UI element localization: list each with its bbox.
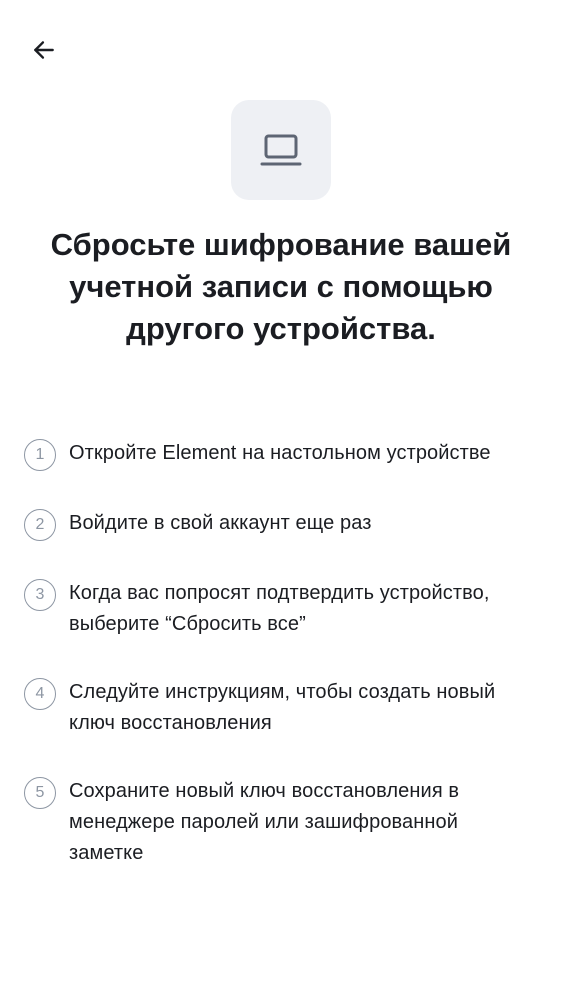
step-item: 4 Следуйте инструкциям, чтобы создать но… [24, 677, 538, 739]
step-number-badge: 5 [24, 777, 56, 809]
step-text: Сохраните новый ключ восстановления в ме… [69, 780, 460, 864]
step-text: Войдите в свой аккаунт еще раз [69, 512, 372, 534]
step-item: 1 Откройте Element на настольном устройс… [24, 438, 538, 471]
step-text: Откройте Element на настольном устройств… [69, 442, 491, 464]
arrow-left-icon [34, 41, 54, 59]
device-icon-tile [231, 100, 331, 200]
instruction-steps: 1 Откройте Element на настольном устройс… [24, 438, 538, 869]
step-text: Когда вас попросят подтвердить устройств… [69, 582, 490, 635]
step-number-badge: 4 [24, 678, 56, 710]
laptop-icon [260, 134, 302, 166]
step-number-badge: 2 [24, 509, 56, 541]
step-number-badge: 3 [24, 579, 56, 611]
back-button[interactable] [24, 30, 64, 70]
step-item: 5 Сохраните новый ключ восстановления в … [24, 776, 538, 869]
step-text: Следуйте инструкциям, чтобы создать новы… [69, 681, 496, 734]
step-item: 2 Войдите в свой аккаунт еще раз [24, 508, 538, 541]
step-number-badge: 1 [24, 439, 56, 471]
step-item: 3 Когда вас попросят подтвердить устройс… [24, 578, 538, 640]
page-title: Сбросьте шифрование вашей учетной записи… [50, 227, 512, 346]
